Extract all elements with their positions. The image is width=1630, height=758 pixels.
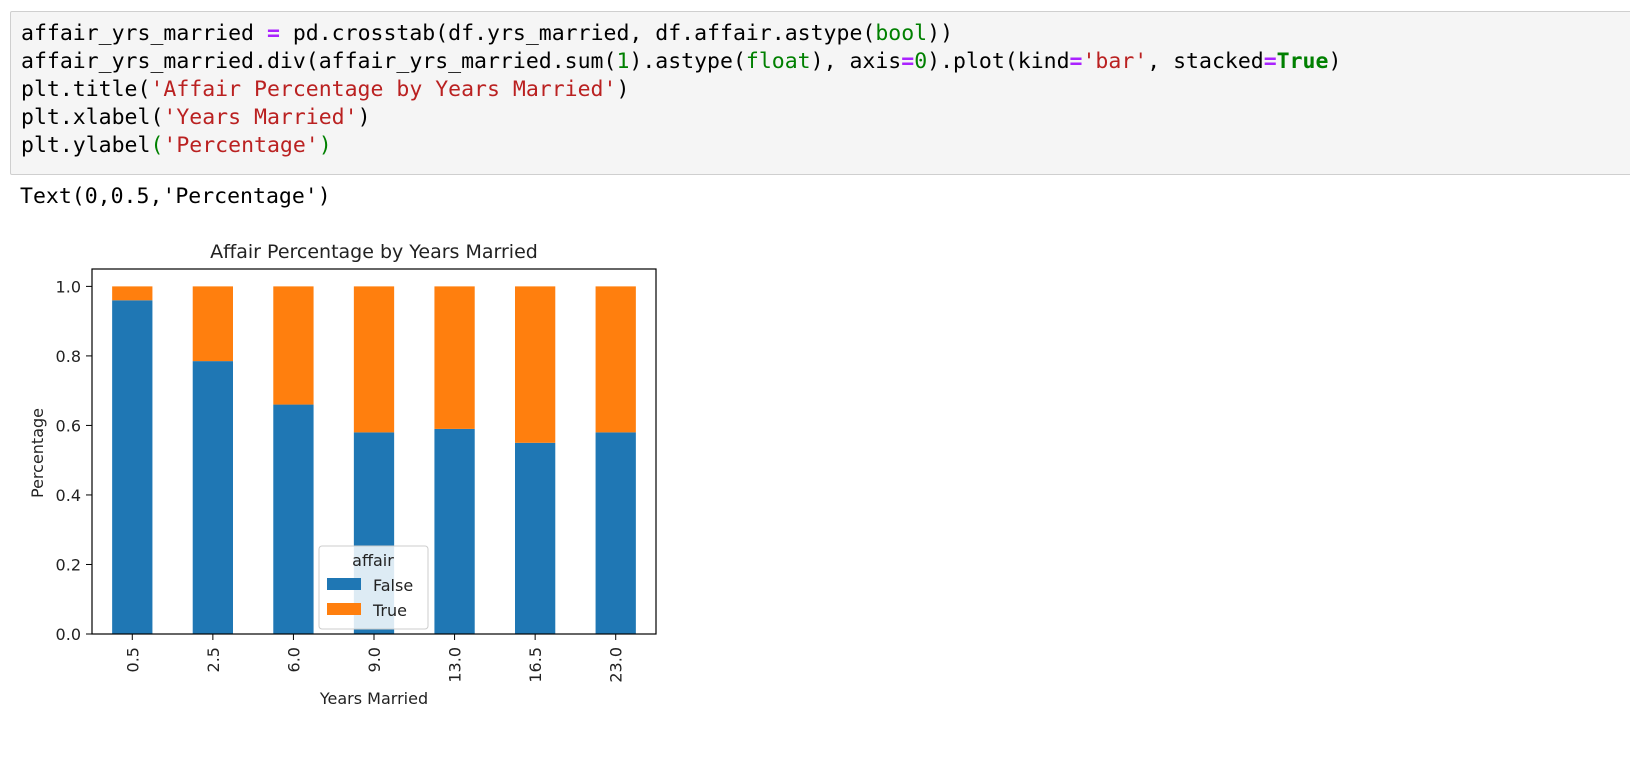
x-tick-label: 16.5: [526, 647, 545, 683]
code-line: plt.title('Affair Percentage by Years Ma…: [21, 76, 1630, 104]
code-line: affair_yrs_married.div(affair_yrs_marrie…: [21, 48, 1630, 76]
legend-label-false: False: [373, 576, 413, 595]
bar-false-16.5: [515, 442, 556, 634]
code-token: 'bar': [1082, 49, 1148, 74]
code-token: 'Percentage': [163, 133, 319, 158]
code-token: ): [1328, 49, 1342, 74]
bar-true-23.0: [595, 286, 636, 433]
code-token: True: [1276, 49, 1329, 74]
code-token: (: [150, 133, 164, 158]
bar-true-6.0: [273, 286, 314, 405]
bar-false-23.0: [595, 432, 636, 634]
legend-label-true: True: [372, 601, 407, 620]
bar-false-13.0: [434, 428, 475, 634]
code-token: ).astype(: [629, 49, 746, 74]
y-axis: 0.0 0.2 0.4 0.6 0.8 1.0: [56, 277, 92, 644]
cell-output-text: Text(0,0.5,'Percentage'): [20, 184, 331, 209]
code-token: 1: [616, 49, 630, 74]
code-cell[interactable]: affair_yrs_married = pd.crosstab(df.yrs_…: [10, 11, 1630, 175]
code-token: =: [1069, 49, 1083, 74]
code-token: affair_yrs_married: [21, 21, 267, 46]
legend-title: affair: [352, 551, 394, 570]
code-token: )): [927, 21, 954, 46]
bar-true-2.5: [192, 286, 233, 362]
y-tick-label: 0.2: [56, 555, 81, 574]
legend-swatch-true: [327, 603, 361, 615]
x-axis-label: Years Married: [319, 689, 428, 708]
code-line: affair_yrs_married = pd.crosstab(df.yrs_…: [21, 20, 1630, 48]
y-tick-label: 0.0: [56, 625, 81, 644]
code-token: ), axis: [810, 49, 902, 74]
x-tick-label: 0.5: [123, 647, 142, 672]
bar-false-6.0: [273, 404, 314, 634]
y-tick-label: 0.4: [56, 486, 81, 505]
bar-false-2.5: [192, 361, 233, 634]
legend-swatch-false: [327, 578, 361, 590]
code-token: 0: [914, 49, 928, 74]
bar-true-13.0: [434, 286, 475, 429]
y-tick-label: 0.6: [56, 416, 81, 435]
code-token: , stacked: [1147, 49, 1264, 74]
y-axis-label: Percentage: [28, 408, 47, 498]
code-token: ): [357, 105, 371, 130]
code-token: plt.xlabel(: [21, 105, 164, 130]
code-token: pd.crosstab(df.yrs_married, df.affair.as…: [279, 21, 876, 46]
code-token: plt.ylabel: [21, 133, 151, 158]
code-line: plt.ylabel('Percentage'): [21, 132, 1630, 160]
bar-true-0.5: [112, 286, 153, 301]
code-token: float: [745, 49, 811, 74]
chart-title: Affair Percentage by Years Married: [210, 241, 538, 263]
code-token: bool: [875, 21, 928, 46]
stacked-bar-chart: Affair Percentage by Years Married 0.00.…: [28, 241, 657, 708]
code-token: =: [266, 21, 280, 46]
code-token: =: [901, 49, 915, 74]
x-tick-label: 2.5: [204, 647, 223, 672]
code-token: 'Affair Percentage by Years Married': [150, 77, 617, 102]
code-token: plt.title(: [21, 77, 151, 102]
y-tick-label: 1.0: [56, 277, 81, 296]
bar-false-0.5: [112, 300, 153, 634]
x-tick-label: 23.0: [607, 647, 626, 683]
code-token: ): [616, 77, 630, 102]
code-editor[interactable]: affair_yrs_married = pd.crosstab(df.yrs_…: [11, 12, 1630, 160]
bar-true-16.5: [515, 286, 556, 443]
code-token: 'Years Married': [163, 105, 358, 130]
code-token: =: [1263, 49, 1277, 74]
code-token: ): [318, 133, 332, 158]
bar-true-9.0: [353, 286, 395, 433]
x-axis: 0.5 2.5 6.0 9.0 13.0 16.5 23.0: [123, 634, 626, 683]
y-tick-label: 0.8: [56, 347, 81, 366]
legend: affair False True: [318, 545, 429, 630]
code-line: plt.xlabel('Years Married'): [21, 104, 1630, 132]
x-tick-label: 9.0: [365, 647, 384, 672]
code-token: ).plot(kind: [927, 49, 1070, 74]
code-token: affair_yrs_married.div(affair_yrs_marrie…: [21, 49, 617, 74]
x-tick-label: 13.0: [446, 647, 465, 683]
x-tick-label: 6.0: [284, 647, 303, 672]
